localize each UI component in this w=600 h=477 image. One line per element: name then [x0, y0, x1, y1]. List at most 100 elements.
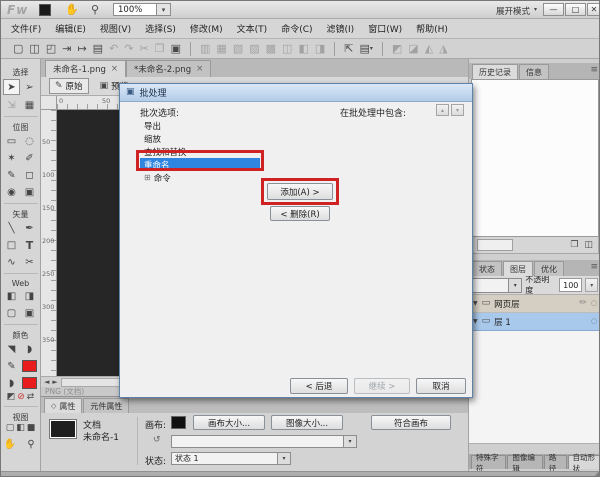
minimize-button[interactable]: —	[543, 3, 564, 16]
state-select[interactable]: 状态 1 ▾	[171, 452, 291, 465]
menu-view[interactable]: 视图(V)	[100, 22, 131, 35]
knife-tool-icon[interactable]: ✂	[22, 255, 37, 269]
cancel-button[interactable]: 取消	[416, 378, 466, 394]
canvas-color-swatch[interactable]	[171, 416, 186, 429]
lasso-tool-icon[interactable]: ◌	[22, 134, 37, 148]
panel-menu-icon[interactable]: ≡	[590, 263, 598, 272]
hotspot-tool-icon[interactable]: ◧	[4, 289, 19, 303]
panel-menu-icon[interactable]: ≡	[590, 66, 598, 75]
document-thumbnail-icon[interactable]	[39, 4, 51, 16]
split-icon[interactable]: ▨	[249, 43, 259, 54]
layer-row-layer-1[interactable]: ▼ ▭ 层 1 ○	[469, 313, 600, 331]
close-button[interactable]: ✕	[587, 3, 600, 16]
layer-row-web-layer[interactable]: ▼ ▭ 网页层 ✏ ○	[469, 295, 600, 313]
tab-path[interactable]: 路径	[544, 455, 567, 469]
show-slices-icon[interactable]: ▣	[22, 306, 37, 320]
menu-select[interactable]: 选择(S)	[145, 22, 176, 35]
subselection-tool-icon[interactable]: ➢	[22, 80, 37, 94]
pencil-tool-icon[interactable]: ✎	[4, 168, 19, 182]
expander-icon[interactable]: ⊞	[144, 174, 151, 182]
batch-option-rename[interactable]: 重命名	[140, 158, 260, 171]
rubber-stamp-tool-icon[interactable]: ▣	[22, 185, 37, 199]
add-button[interactable]: 添加(A) >	[267, 183, 333, 200]
brush-tool-icon[interactable]: ✐	[22, 151, 37, 165]
blur-tool-icon[interactable]: ◉	[4, 185, 19, 199]
paste-icon[interactable]: ▣	[171, 43, 181, 54]
resize-grip-icon[interactable]: ◢	[595, 470, 600, 477]
tab-info[interactable]: 信息	[519, 64, 549, 79]
union-icon[interactable]: ▩	[266, 43, 276, 54]
canvas-size-button[interactable]: 画布大小...	[193, 415, 265, 430]
batch-option-commands[interactable]: ⊞ 命令	[140, 171, 260, 184]
ungroup-icon[interactable]: ▦	[216, 43, 226, 54]
tab-close-icon[interactable]: ×	[196, 64, 203, 74]
move-down-button[interactable]: ▾	[451, 104, 464, 116]
swap-colors-icon[interactable]: ⇄	[27, 393, 35, 402]
open-icon[interactable]: ◰	[46, 43, 56, 54]
history-slider[interactable]	[477, 239, 513, 251]
original-view-button[interactable]: ✎ 原始	[49, 78, 89, 94]
full-screen-menu-mode-icon[interactable]: ◧	[16, 424, 25, 433]
free-transform-icon[interactable]: ⇱	[344, 43, 353, 54]
paint-bucket-tool-icon[interactable]: ◗	[22, 342, 37, 356]
zoom-dropdown-icon[interactable]: ▾	[156, 4, 170, 15]
group-icon[interactable]: ▥	[200, 43, 210, 54]
layers-list-empty-area[interactable]	[469, 331, 600, 444]
zoom-tool-icon[interactable]: ⚲	[24, 437, 39, 451]
layer-expand-icon[interactable]: ▼	[473, 319, 478, 325]
import-icon[interactable]: ⇥	[62, 43, 71, 54]
pen-tool-icon[interactable]: ✒	[22, 221, 37, 235]
expand-mode-dropdown-icon[interactable]: ▾	[534, 7, 537, 13]
hand-tool-icon[interactable]: ✋	[3, 437, 18, 451]
menu-commands[interactable]: 命令(C)	[281, 22, 312, 35]
punch-icon[interactable]: ◧	[298, 43, 308, 54]
next-state-icon[interactable]: ►	[52, 379, 57, 386]
opacity-input[interactable]: 100	[559, 278, 582, 292]
save-icon[interactable]: ◫	[29, 43, 39, 54]
fill-color-swatch[interactable]	[22, 377, 37, 389]
previous-state-icon[interactable]: ◄	[44, 379, 49, 386]
layer-state-circle-icon[interactable]: ○	[591, 318, 597, 325]
redo-icon[interactable]: ↷	[124, 43, 133, 54]
crop-combine-icon[interactable]: ◨	[315, 43, 325, 54]
scale-tool-icon[interactable]: ⇲	[4, 98, 19, 112]
move-up-button[interactable]: ▴	[436, 104, 449, 116]
menu-text[interactable]: 文本(T)	[237, 22, 268, 35]
maximize-button[interactable]: □	[565, 3, 586, 16]
text-tool-icon[interactable]: T	[22, 238, 37, 252]
tab-close-icon[interactable]: ×	[111, 64, 118, 74]
standard-screen-mode-icon[interactable]: ▢	[6, 424, 15, 433]
hand-tool-icon[interactable]: ✋	[65, 4, 79, 15]
slice-tool-icon[interactable]: ◨	[22, 289, 37, 303]
batch-option-export[interactable]: 导出	[140, 119, 260, 132]
menu-edit[interactable]: 编辑(E)	[55, 22, 86, 35]
rectangle-tool-icon[interactable]: □	[4, 238, 19, 252]
batch-option-find-replace[interactable]: 查找和替换	[140, 145, 260, 158]
canvas-history-select[interactable]: ▾	[171, 435, 357, 448]
tab-auto-shapes[interactable]: 自动形状	[568, 455, 600, 469]
join-icon[interactable]: ▧	[233, 43, 243, 54]
new-document-icon[interactable]: ▢	[13, 43, 23, 54]
eyedropper-tool-icon[interactable]: ◥	[4, 342, 19, 356]
pointer-tool-icon[interactable]: ➤	[3, 79, 20, 95]
marquee-tool-icon[interactable]: ▭	[4, 134, 19, 148]
menu-window[interactable]: 窗口(W)	[368, 22, 402, 35]
tab-symbol-properties[interactable]: 元件属性	[83, 398, 129, 413]
hide-slices-icon[interactable]: ▢	[4, 306, 19, 320]
stroke-color-swatch[interactable]	[22, 360, 37, 372]
bring-front-icon[interactable]: ◭	[425, 43, 433, 54]
tab-history[interactable]: 历史记录	[472, 64, 518, 79]
send-back-icon[interactable]: ◮	[439, 43, 447, 54]
tab-states[interactable]: 状态	[472, 261, 502, 276]
remove-button[interactable]: < 删除(R)	[270, 206, 330, 221]
continue-button[interactable]: 继续 >	[354, 378, 410, 394]
align-left-icon[interactable]: ◩	[392, 43, 402, 54]
menu-filters[interactable]: 滤镜(I)	[327, 22, 355, 35]
export-icon[interactable]: ↦	[77, 43, 86, 54]
replay-steps-icon[interactable]: ❐	[570, 241, 578, 250]
tab-optimize[interactable]: 优化	[534, 261, 564, 276]
history-list[interactable]	[471, 79, 599, 237]
freeform-tool-icon[interactable]: ∿	[4, 255, 19, 269]
tab-special-characters[interactable]: 特殊字符	[471, 455, 506, 469]
print-icon[interactable]: ▤	[93, 43, 103, 54]
